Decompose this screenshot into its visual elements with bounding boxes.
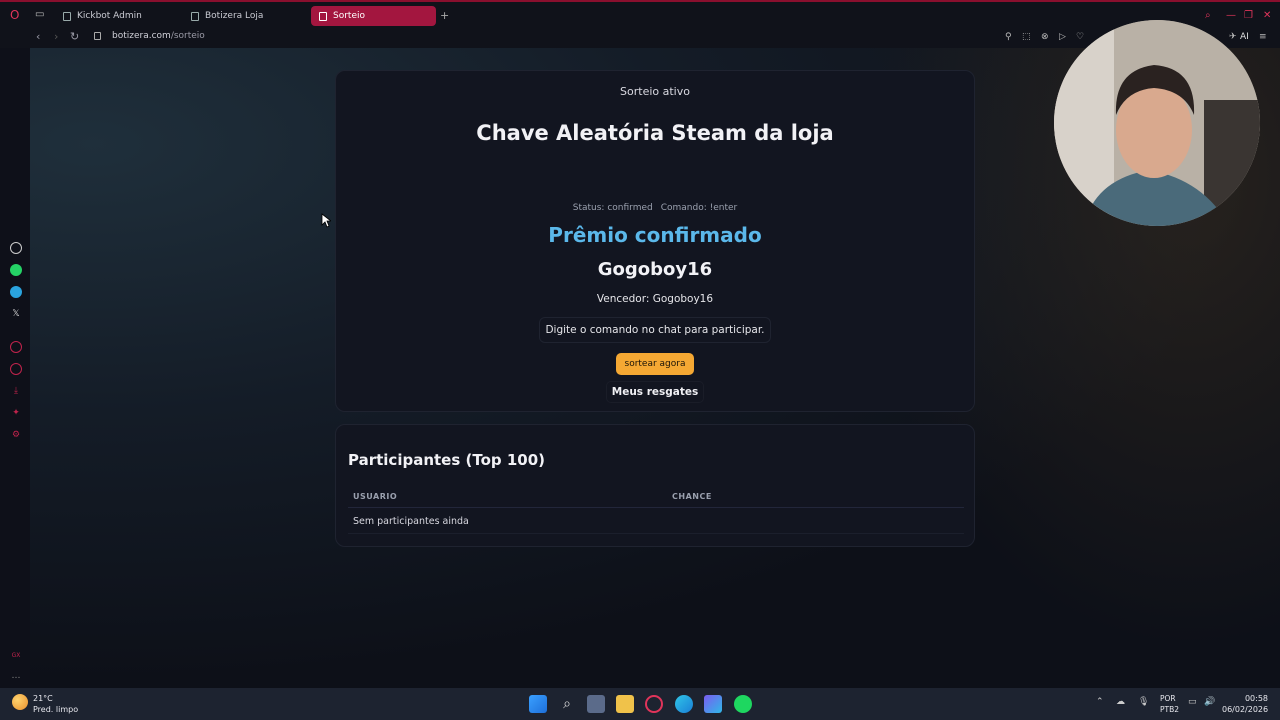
snipping-tool-icon[interactable] <box>587 695 605 713</box>
back-icon[interactable]: ‹ <box>36 30 40 43</box>
x-twitter-icon[interactable]: 𝕏 <box>10 308 22 320</box>
network-icon[interactable]: ▭ <box>1188 697 1197 707</box>
prize-status: Prêmio confirmado <box>548 223 762 247</box>
reload-icon[interactable]: ↻ <box>70 30 79 43</box>
url-domain: botizera.com <box>112 31 171 41</box>
winner-line: Vencedor: Gogoboy16 <box>596 293 714 305</box>
search-icon[interactable]: ⌕ <box>558 695 576 713</box>
snapshot-icon[interactable]: ⬚ <box>1022 32 1031 42</box>
meta-command: Comando: !enter <box>660 203 738 213</box>
raffle-card: Sorteio ativo Chave Aleatória Steam da l… <box>335 70 975 412</box>
edge-icon[interactable] <box>675 695 693 713</box>
page-icon <box>319 11 327 21</box>
gx-label[interactable]: GX <box>10 650 22 662</box>
opera-logo-icon[interactable]: O <box>10 8 19 22</box>
weather-condition: Pred. limpo <box>33 705 79 714</box>
volume-icon[interactable]: 🔊 <box>1204 697 1215 707</box>
clock-date[interactable]: 06/02/2026 <box>1222 705 1268 714</box>
page-icon <box>63 11 71 21</box>
play-icon[interactable]: ▷ <box>1059 32 1066 42</box>
raffle-status: Sorteio ativo <box>620 85 690 98</box>
browser-sidebar: 𝕏 ⤓ ✦ ⚙ GX … <box>0 48 30 688</box>
webcam-person-image <box>1054 20 1260 226</box>
pin-icon[interactable]: ⚲ <box>1005 32 1012 42</box>
language-indicator[interactable]: POR <box>1160 694 1176 703</box>
windows-taskbar: 21°C Pred. limpo ⌕ ⌃ ☁ 🎙 POR PTB2 ▭ 🔊 00… <box>0 688 1280 720</box>
page-icon <box>191 11 199 21</box>
raffle-meta: Status: confirmed Comando: !enter <box>336 203 974 213</box>
onedrive-icon[interactable]: ☁ <box>1116 697 1125 707</box>
tab-kickbot-admin[interactable]: Kickbot Admin <box>55 6 180 26</box>
table-divider <box>348 507 964 508</box>
tray-chevron-icon[interactable]: ⌃ <box>1096 697 1104 707</box>
chatgpt-icon[interactable] <box>10 242 22 254</box>
draw-now-button[interactable]: sortear agora <box>616 353 694 375</box>
ai-button[interactable]: AI <box>1240 32 1249 42</box>
mouse-cursor-icon <box>321 213 331 228</box>
opera-gx-icon[interactable] <box>645 695 663 713</box>
webcam-overlay <box>1054 20 1260 226</box>
winner-name: Gogoboy16 <box>597 259 713 280</box>
tab-botizera-loja[interactable]: Botizera Loja <box>183 6 308 26</box>
browser-tab-bar: O ▭ Kickbot Admin Botizera Loja Sorteio … <box>0 0 1280 28</box>
workspaces-icon[interactable]: ▭ <box>35 9 44 20</box>
raffle-title: Chave Aleatória Steam da loja <box>476 121 834 145</box>
url-field[interactable]: botizera.com/sorteio <box>112 31 205 41</box>
more-icon[interactable]: … <box>10 670 22 682</box>
search-tabs-icon[interactable]: ⌕ <box>1205 10 1211 21</box>
tab-label: Kickbot Admin <box>77 11 142 21</box>
telegram-icon[interactable] <box>10 286 22 298</box>
participation-hint: Digite o comando no chat para participar… <box>539 317 771 343</box>
microphone-icon[interactable]: 🎙 <box>1138 697 1149 707</box>
close-icon[interactable]: ✕ <box>1263 10 1271 21</box>
weather-icon[interactable] <box>12 694 28 710</box>
tab-label: Botizera Loja <box>205 11 264 21</box>
participants-card: Participantes (Top 100) USUARIO CHANCE S… <box>335 424 975 547</box>
weather-temperature: 21°C <box>33 694 53 703</box>
clock-time[interactable]: 00:58 <box>1226 694 1268 703</box>
empty-participants-row: Sem participantes ainda <box>353 516 469 527</box>
tab-sorteio[interactable]: Sorteio <box>311 6 436 26</box>
shield-icon[interactable]: ⊗ <box>1041 32 1049 42</box>
history-icon[interactable] <box>10 363 22 375</box>
lock-icon <box>94 32 101 40</box>
restore-icon[interactable]: ❐ <box>1244 10 1253 21</box>
participants-title: Participantes (Top 100) <box>348 451 546 469</box>
column-header-user: USUARIO <box>353 492 398 501</box>
my-redemptions-button[interactable]: Meus resgates <box>606 381 704 403</box>
copilot-icon[interactable] <box>704 695 722 713</box>
player-icon[interactable] <box>10 341 22 353</box>
tab-label: Sorteio <box>333 11 365 21</box>
keyboard-layout: PTB2 <box>1160 705 1180 714</box>
minimize-icon[interactable]: — <box>1226 10 1236 21</box>
column-header-chance: CHANCE <box>672 492 712 501</box>
file-explorer-icon[interactable] <box>616 695 634 713</box>
start-menu-icon[interactable] <box>529 695 547 713</box>
downloads-icon[interactable]: ⤓ <box>10 385 22 397</box>
table-divider <box>348 533 964 534</box>
whatsapp-icon[interactable] <box>10 264 22 276</box>
heart-icon[interactable]: ♡ <box>1076 32 1084 42</box>
url-path: /sorteio <box>170 31 205 41</box>
spotify-icon[interactable] <box>734 695 752 713</box>
new-tab-button[interactable]: + <box>440 9 449 22</box>
settings-icon[interactable]: ⚙ <box>10 429 22 441</box>
extensions-icon[interactable]: ✦ <box>10 407 22 419</box>
meta-status: Status: confirmed <box>572 203 653 213</box>
menu-icon[interactable]: ≡ <box>1259 32 1267 42</box>
aria-icon[interactable]: ✈ <box>1229 32 1237 42</box>
forward-icon[interactable]: › <box>54 30 58 43</box>
